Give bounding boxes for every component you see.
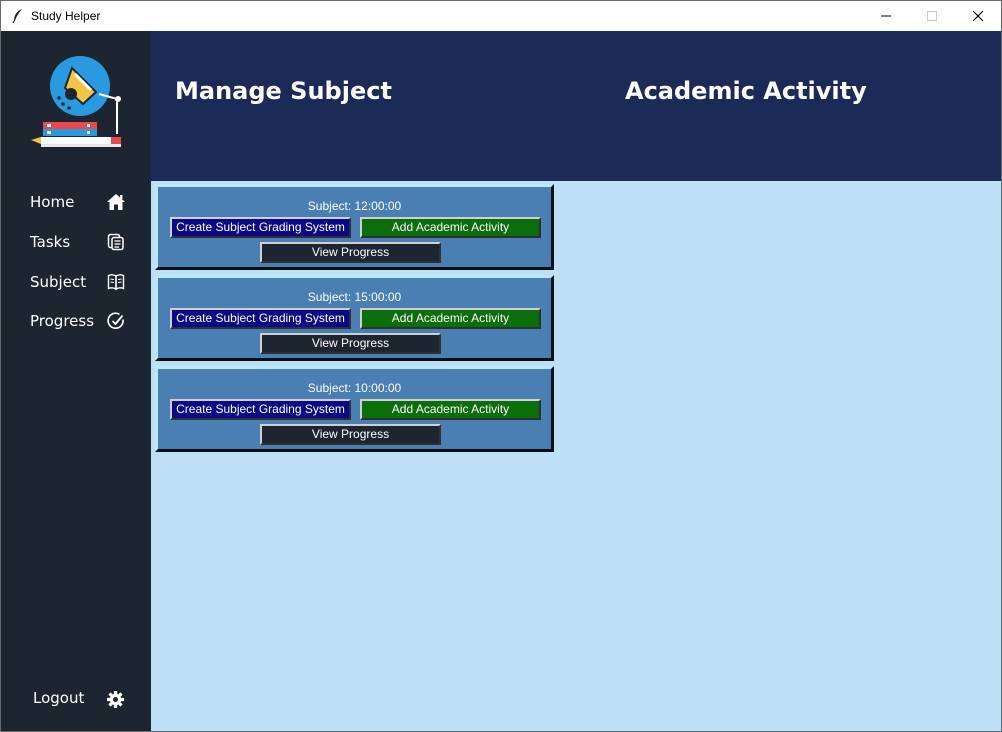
minimize-icon (881, 15, 891, 17)
view-progress-button[interactable]: View Progress (260, 424, 441, 445)
progress-check-icon (107, 312, 124, 329)
maximize-button[interactable] (909, 1, 955, 31)
subject-title: Subject: 12:00:00 (307, 199, 402, 213)
close-icon (972, 10, 984, 22)
add-academic-activity-button[interactable]: Add Academic Activity (360, 399, 541, 420)
close-button[interactable] (955, 1, 1001, 31)
create-grading-system-button[interactable]: Create Subject Grading System (170, 217, 351, 238)
manage-subject-title: Manage Subject (175, 77, 392, 105)
create-grading-system-button[interactable]: Create Subject Grading System (170, 308, 351, 329)
nav-label-home: Home (30, 193, 75, 211)
header-bar: Manage Subject Academic Activity (151, 31, 1001, 181)
feather-icon (12, 9, 22, 24)
gear-icon (106, 690, 125, 709)
add-academic-activity-button[interactable]: Add Academic Activity (360, 217, 541, 238)
view-progress-button[interactable]: View Progress (260, 333, 441, 354)
nav-label-progress: Progress (30, 312, 95, 330)
add-academic-activity-button[interactable]: Add Academic Activity (360, 308, 541, 329)
sidebar: Home Tasks Subject Progress Logout (1, 31, 151, 731)
app-window: Study Helper Home Tasks Subject Progress… (0, 0, 1002, 732)
subjects-panel: Subject: 12:00:00 Create Subject Grading… (151, 181, 1001, 731)
nav-item-subject[interactable]: Subject (1, 265, 151, 301)
logout-button[interactable]: Logout (1, 681, 151, 717)
subject-title: Subject: 10:00:00 (307, 381, 402, 395)
view-progress-button[interactable]: View Progress (260, 242, 441, 263)
nav-item-tasks[interactable]: Tasks (1, 225, 151, 261)
maximize-icon (927, 11, 937, 21)
subject-card: Subject: 12:00:00 Create Subject Grading… (155, 184, 554, 270)
window-title: Study Helper (31, 9, 101, 23)
home-icon (107, 194, 125, 210)
nav-item-home[interactable]: Home (1, 185, 151, 221)
tasks-icon (107, 233, 124, 251)
book-icon (107, 274, 125, 291)
study-helper-logo (31, 56, 121, 147)
nav-label-tasks: Tasks (30, 233, 71, 251)
subject-title: Subject: 15:00:00 (307, 290, 402, 304)
nav-item-progress[interactable]: Progress (1, 304, 151, 340)
title-bar: Study Helper (1, 1, 1001, 31)
academic-activity-title: Academic Activity (625, 77, 867, 105)
subject-card: Subject: 15:00:00 Create Subject Grading… (155, 275, 554, 361)
logout-label: Logout (33, 689, 85, 707)
minimize-button[interactable] (863, 1, 909, 31)
nav-label-subject: Subject (30, 273, 87, 291)
subject-card: Subject: 10:00:00 Create Subject Grading… (155, 366, 554, 452)
create-grading-system-button[interactable]: Create Subject Grading System (170, 399, 351, 420)
